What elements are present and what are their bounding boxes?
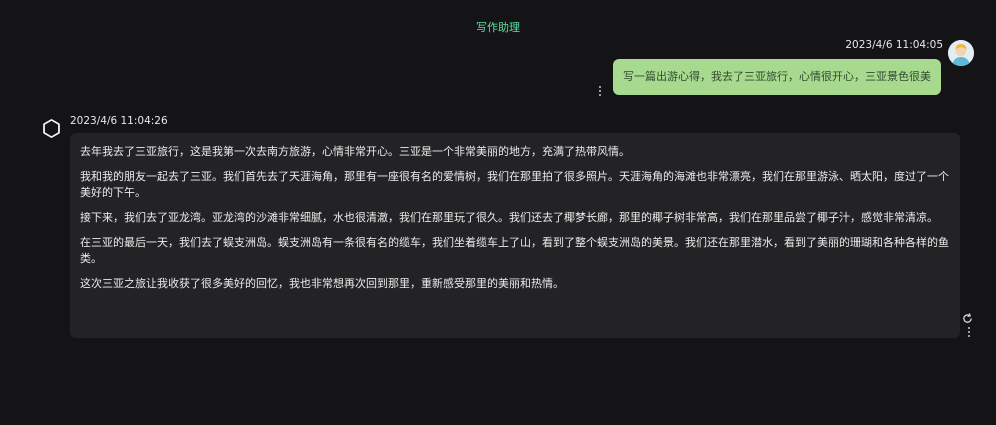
bot-paragraph: 这次三亚之旅让我收获了很多美好的回忆，我也非常想再次回到那里，重新感受那里的美丽… (80, 277, 564, 290)
user-avatar-icon (948, 40, 974, 66)
openai-logo-icon (40, 117, 63, 140)
bot-message-more-icon[interactable] (967, 327, 970, 339)
user-message-timestamp: 2023/4/6 11:04:05 (845, 39, 943, 51)
bot-paragraph: 接下来，我们去了亚龙湾。亚龙湾的沙滩非常细腻，水也很清澈，我们在那里玩了很久。我… (80, 211, 938, 224)
user-message-bubble: 写一篇出游心得，我去了三亚旅行，心情很开心，三亚景色很美 (613, 59, 941, 95)
bot-paragraph: 我和我的朋友一起去了三亚。我们首先去了天涯海角，那里有一座很有名的爱情树，我们在… (80, 170, 949, 199)
bot-message-timestamp: 2023/4/6 11:04:26 (70, 115, 168, 127)
refresh-icon[interactable] (962, 309, 973, 323)
bot-paragraph: 去年我去了三亚旅行，这是我第一次去南方旅游，心情非常开心。三亚是一个非常美丽的地… (80, 145, 630, 158)
page-title: 写作助理 (476, 21, 520, 34)
bot-message-bubble: 去年我去了三亚旅行，这是我第一次去南方旅游，心情非常开心。三亚是一个非常美丽的地… (70, 133, 960, 338)
user-message-more-icon[interactable] (598, 86, 601, 98)
bot-paragraph: 在三亚的最后一天，我们去了蜈支洲岛。蜈支洲岛有一条很有名的缆车，我们坐着缆车上了… (80, 236, 949, 265)
